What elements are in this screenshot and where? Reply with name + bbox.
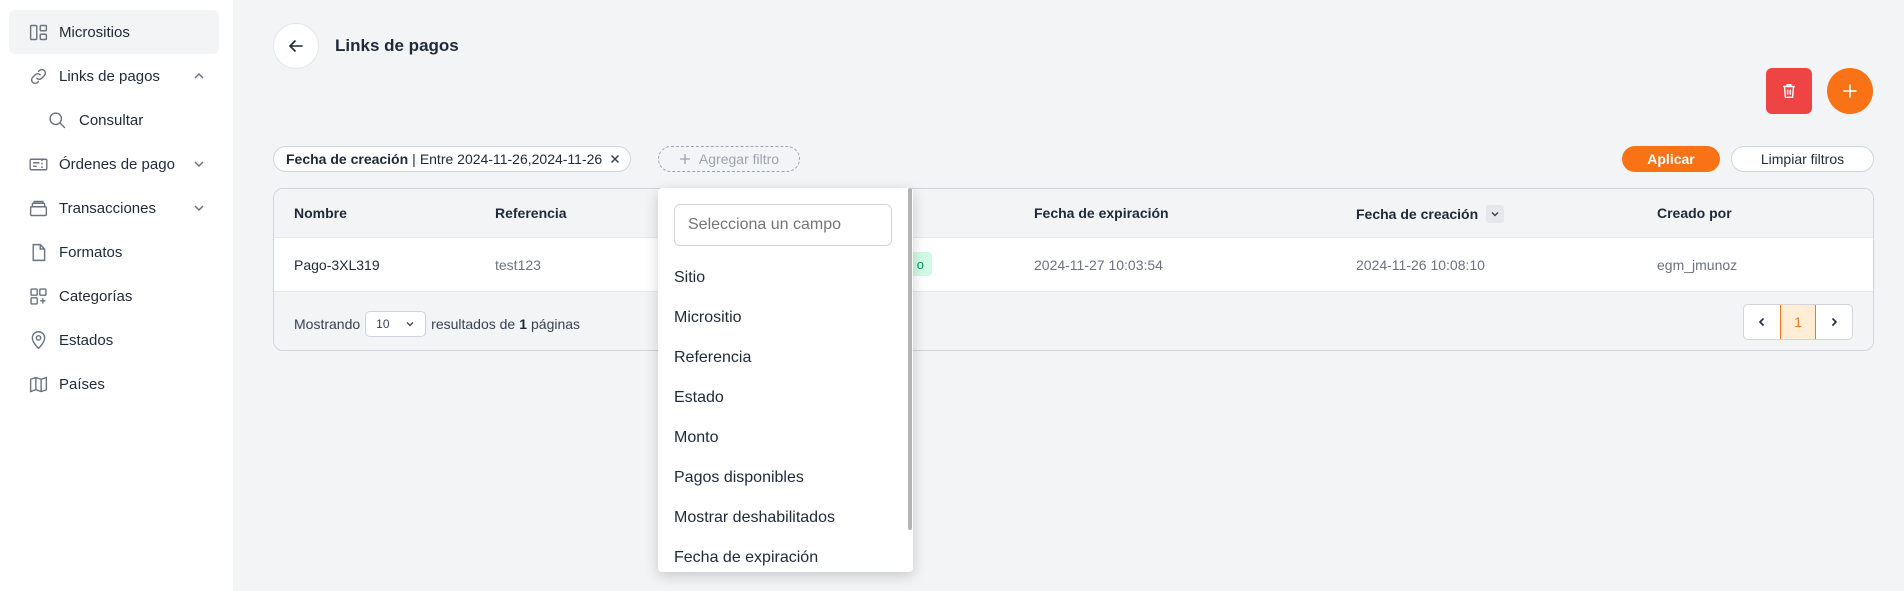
sidebar-item-ordenes-de-pago[interactable]: Órdenes de pago bbox=[9, 142, 219, 186]
sidebar-item-label: Transacciones bbox=[59, 199, 156, 217]
search-icon bbox=[46, 109, 68, 131]
chevron-right-icon bbox=[1831, 317, 1838, 327]
add-filter-label: Agregar filtro bbox=[698, 151, 780, 167]
sidebar-item-label: Consultar bbox=[79, 111, 144, 129]
dropdown-option-sitio[interactable]: Sitio bbox=[658, 258, 913, 298]
sidebar-item-formatos[interactable]: Formatos bbox=[9, 230, 219, 274]
cell-nombre: Pago-3XL319 bbox=[294, 257, 380, 273]
page-title: Links de pagos bbox=[335, 36, 459, 55]
cell-fecha-creacion: 2024-11-26 10:08:10 bbox=[1356, 257, 1485, 273]
dropdown-option-monto[interactable]: Monto bbox=[658, 418, 913, 458]
filter-chip-separator: | bbox=[412, 151, 416, 167]
trash-icon bbox=[1780, 82, 1798, 100]
add-link-button[interactable] bbox=[1827, 68, 1873, 114]
sidebar-item-label: Órdenes de pago bbox=[59, 155, 175, 173]
pagination: 1 bbox=[1743, 304, 1853, 340]
cell-referencia: test123 bbox=[495, 257, 541, 273]
prev-page-button[interactable] bbox=[1744, 305, 1780, 339]
next-page-button[interactable] bbox=[1816, 305, 1852, 339]
sidebar-item-paises[interactable]: Países bbox=[9, 362, 219, 406]
layout-icon bbox=[27, 21, 49, 43]
links-table: Nombre Referencia Fecha de expiración Fe… bbox=[273, 188, 1874, 351]
plus-icon bbox=[1841, 82, 1859, 100]
table-row[interactable]: Pago-3XL319 test123 o 2024-11-27 10:03:5… bbox=[274, 238, 1873, 292]
filter-chip-field: Fecha de creación bbox=[286, 151, 409, 167]
file-icon bbox=[27, 241, 49, 263]
sidebar-item-transacciones[interactable]: Transacciones bbox=[9, 186, 219, 230]
filter-chip-fecha-creacion[interactable]: Fecha de creación | Entre 2024-11-26,202… bbox=[273, 146, 632, 172]
grid-plus-icon bbox=[27, 285, 49, 307]
column-header-creado-por[interactable]: Creado por bbox=[1657, 205, 1732, 221]
sidebar-item-consultar[interactable]: Consultar bbox=[9, 98, 219, 142]
dropdown-scrollbar[interactable] bbox=[908, 188, 912, 530]
chevron-down-icon bbox=[191, 200, 207, 216]
page-button-current[interactable]: 1 bbox=[1780, 305, 1816, 339]
plus-icon bbox=[679, 153, 691, 165]
close-icon[interactable] bbox=[610, 154, 620, 164]
back-button[interactable] bbox=[273, 23, 319, 69]
pagination-summary: Mostrando 10 resultados de 1 páginas bbox=[294, 311, 580, 337]
filter-chip-value: Entre 2024-11-26,2024-11-26 bbox=[419, 151, 603, 167]
dropdown-option-fecha-expiracion[interactable]: Fecha de expiración bbox=[658, 538, 913, 572]
pages-label: páginas bbox=[531, 316, 581, 332]
column-header-nombre[interactable]: Nombre bbox=[294, 205, 347, 221]
sidebar-item-micrositios[interactable]: Micrositios bbox=[9, 10, 219, 54]
sidebar-item-label: Estados bbox=[59, 331, 114, 349]
column-header-fecha-creacion[interactable]: Fecha de creación bbox=[1356, 205, 1505, 223]
field-select-dropdown: Sitio Micrositio Referencia Estado Monto… bbox=[658, 188, 913, 572]
clear-filters-button[interactable]: Limpiar filtros bbox=[1731, 146, 1874, 172]
arrow-left-icon bbox=[286, 36, 306, 56]
chevron-left-icon bbox=[1758, 317, 1765, 327]
pages-count: 1 bbox=[519, 316, 528, 332]
cell-fecha-expiracion: 2024-11-27 10:03:54 bbox=[1034, 257, 1163, 273]
dropdown-option-estado[interactable]: Estado bbox=[658, 378, 913, 418]
chevron-down-icon bbox=[191, 156, 207, 172]
chevron-up-icon bbox=[191, 68, 207, 84]
sidebar-item-label: Micrositios bbox=[59, 23, 130, 41]
per-page-value: 10 bbox=[376, 317, 390, 331]
table-footer: Mostrando 10 resultados de 1 páginas 1 bbox=[274, 292, 1873, 350]
sidebar-item-label: Links de pagos bbox=[59, 67, 160, 85]
dropdown-option-referencia[interactable]: Referencia bbox=[658, 338, 913, 378]
dropdown-option-pagos-disponibles[interactable]: Pagos disponibles bbox=[658, 458, 913, 498]
link-icon bbox=[27, 65, 49, 87]
sidebar-item-label: Formatos bbox=[59, 243, 123, 261]
location-pin-icon bbox=[27, 329, 49, 351]
column-header-fecha-expiracion[interactable]: Fecha de expiración bbox=[1034, 205, 1169, 221]
sidebar: Micrositios Links de pagos Consultar Órd… bbox=[0, 0, 233, 591]
cell-creado-por: egm_jmunoz bbox=[1657, 257, 1738, 273]
dropdown-option-micrositio[interactable]: Micrositio bbox=[658, 298, 913, 338]
chevron-down-icon bbox=[405, 319, 415, 329]
dropdown-option-mostrar-deshabilitados[interactable]: Mostrar deshabilitados bbox=[658, 498, 913, 538]
column-header-label: Fecha de creación bbox=[1356, 206, 1479, 222]
results-label: resultados de bbox=[431, 316, 516, 332]
sidebar-item-label: Categorías bbox=[59, 287, 133, 305]
sidebar-item-categorias[interactable]: Categorías bbox=[9, 274, 219, 318]
sidebar-item-label: Países bbox=[59, 375, 105, 393]
add-filter-button[interactable]: Agregar filtro bbox=[658, 146, 800, 172]
stack-icon bbox=[27, 197, 49, 219]
field-search-input[interactable] bbox=[674, 204, 892, 246]
table-header: Nombre Referencia Fecha de expiración Fe… bbox=[274, 189, 1873, 238]
ticket-icon bbox=[27, 153, 49, 175]
showing-label: Mostrando bbox=[294, 316, 361, 332]
delete-button[interactable] bbox=[1766, 68, 1812, 114]
apply-button[interactable]: Aplicar bbox=[1622, 146, 1720, 172]
map-icon bbox=[27, 373, 49, 395]
per-page-select[interactable]: 10 bbox=[365, 311, 427, 337]
chevron-down-icon[interactable] bbox=[1486, 205, 1505, 223]
column-header-referencia[interactable]: Referencia bbox=[495, 205, 567, 221]
sidebar-item-links-de-pagos[interactable]: Links de pagos bbox=[9, 54, 219, 98]
field-options-list: Sitio Micrositio Referencia Estado Monto… bbox=[658, 258, 913, 572]
sidebar-item-estados[interactable]: Estados bbox=[9, 318, 219, 362]
